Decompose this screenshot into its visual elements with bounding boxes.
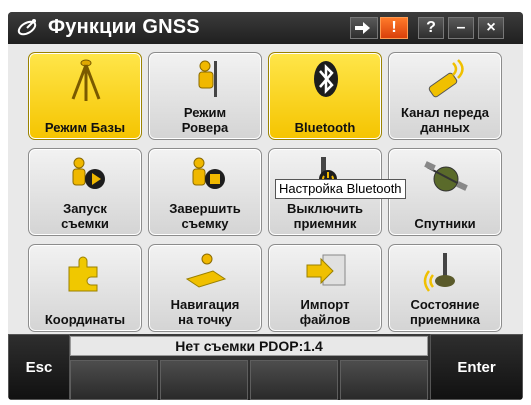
radio-data-link-icon: [423, 57, 469, 103]
tile-import-files[interactable]: Импорт файлов: [268, 244, 382, 332]
help-button[interactable]: ?: [418, 17, 444, 39]
tile-label-line1: Импорт: [300, 297, 350, 312]
tile-label-line2: приемника: [409, 312, 481, 327]
tile-label-line1: Навигация: [170, 297, 240, 312]
tile-bluetooth[interactable]: Bluetooth: [268, 52, 382, 140]
tile-label-line1: Состояние: [410, 297, 480, 312]
tile-label-line2: файлов: [299, 312, 351, 327]
end-survey-icon: [183, 153, 229, 199]
softkey-3[interactable]: [250, 360, 338, 400]
tile-label-line1: Режим: [183, 105, 227, 120]
tile-label-line1: Канал переда: [400, 105, 489, 120]
function-grid: Режим Базы Режим Ровера Bluetooth Канал …: [8, 44, 523, 334]
esc-button[interactable]: Esc: [8, 334, 70, 400]
tile-navigate-to-point[interactable]: Навигация на точку: [148, 244, 262, 332]
satellite-icon: [423, 153, 469, 199]
softkey-2[interactable]: [160, 360, 248, 400]
softkey-1[interactable]: [70, 360, 158, 400]
navigate-to-point-icon: [183, 249, 229, 295]
gnss-functions-window: Функции GNSS ! ? – × Режим Базы Режим Ро…: [8, 12, 523, 400]
bluetooth-tooltip: Настройка Bluetooth: [275, 179, 406, 199]
bluetooth-icon: [303, 57, 349, 103]
tile-label: Координаты: [44, 312, 126, 327]
tile-label-line2: съемку: [181, 216, 229, 231]
tripod-base-icon: [63, 57, 109, 103]
login-arrow-icon: [355, 22, 370, 34]
tile-label-line2: съемки: [61, 216, 109, 231]
satellite-dish-app-icon: [16, 18, 38, 38]
alert-button[interactable]: !: [380, 17, 408, 39]
enter-button[interactable]: Enter: [430, 334, 523, 400]
login-arrow-button[interactable]: [350, 17, 378, 39]
alert-icon: !: [391, 19, 397, 36]
import-files-icon: [303, 249, 349, 295]
status-line: Нет съемки PDOP:1.4: [70, 336, 428, 356]
bottom-bar: Esc Нет съемки PDOP:1.4 Enter: [8, 334, 523, 400]
close-button[interactable]: ×: [478, 17, 504, 39]
tile-label: Спутники: [414, 216, 476, 231]
tile-receiver-status[interactable]: Состояние приемника: [388, 244, 502, 332]
tile-base-mode[interactable]: Режим Базы: [28, 52, 142, 140]
window-title: Функции GNSS: [48, 16, 200, 38]
coordinates-puzzle-icon: [63, 249, 109, 295]
tile-coordinates[interactable]: Координаты: [28, 244, 142, 332]
rover-surveyor-icon: [183, 57, 229, 103]
tile-start-survey[interactable]: Запуск съемки: [28, 148, 142, 236]
tile-label-line2: на точку: [178, 312, 232, 327]
tile-label: Bluetooth: [294, 120, 356, 135]
receiver-status-icon: [423, 249, 469, 295]
tile-rover-mode[interactable]: Режим Ровера: [148, 52, 262, 140]
tile-data-link[interactable]: Канал переда данных: [388, 52, 502, 140]
tile-label-line1: Выключить: [287, 201, 363, 216]
softkey-4[interactable]: [340, 360, 428, 400]
tile-label-line2: данных: [420, 120, 470, 135]
title-bar: Функции GNSS ! ? – ×: [8, 12, 523, 44]
tile-label-line2: приемник: [293, 216, 357, 231]
tile-label-line2: Ровера: [181, 120, 229, 135]
tile-label-line1: Запуск: [63, 201, 107, 216]
minimize-button[interactable]: –: [448, 17, 474, 39]
start-survey-icon: [63, 153, 109, 199]
tile-label-line1: Завершить: [169, 201, 241, 216]
tile-label: Режим Базы: [44, 120, 126, 135]
tile-end-survey[interactable]: Завершить съемку: [148, 148, 262, 236]
